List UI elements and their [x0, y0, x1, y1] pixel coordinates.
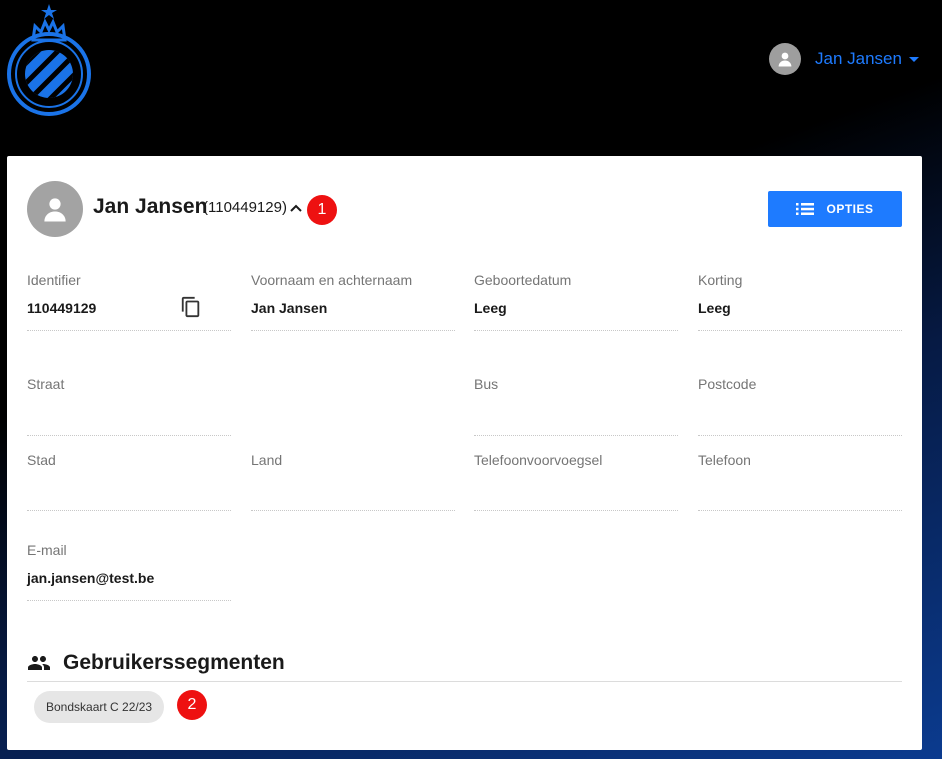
user-name[interactable]: Jan Jansen	[815, 49, 902, 69]
club-brugge-logo[interactable]	[5, 2, 93, 116]
field-label: Voornaam en achternaam	[251, 272, 413, 288]
field-label: Straat	[27, 376, 65, 392]
field-label: Bus	[474, 376, 499, 392]
profile-name: Jan Jansen	[93, 195, 208, 218]
segments-header: Gebruikerssegmenten	[27, 644, 902, 682]
field-label: Land	[251, 452, 283, 468]
field-value	[474, 480, 678, 497]
field-email: E-mail jan.jansen@test.be	[27, 542, 231, 601]
profile-avatar	[27, 181, 83, 237]
options-button[interactable]: OPTIES	[768, 191, 902, 227]
field-value	[698, 404, 902, 421]
copy-button[interactable]	[180, 296, 202, 318]
field-value	[27, 404, 231, 421]
field-value: Leeg	[698, 300, 731, 316]
field-label: Identifier	[27, 272, 81, 288]
field-value	[698, 480, 902, 497]
field-value	[251, 480, 455, 497]
user-avatar	[769, 43, 801, 75]
field-country: Land	[251, 452, 455, 511]
annotation-marker-2: 2	[177, 690, 207, 720]
field-value: Leeg	[474, 300, 507, 316]
chevron-up-icon	[290, 204, 302, 212]
user-menu[interactable]: Jan Jansen	[769, 43, 919, 75]
person-icon	[44, 198, 66, 222]
annotation-marker-1: 1	[307, 195, 337, 225]
field-label: Korting	[698, 272, 743, 288]
field-birthdate: Geboortedatum Leeg	[474, 272, 678, 331]
group-icon	[28, 655, 50, 670]
field-label: Geboortedatum	[474, 272, 572, 288]
list-icon	[796, 203, 815, 215]
field-label: E-mail	[27, 542, 67, 558]
field-street: Straat	[27, 376, 231, 436]
field-value	[27, 480, 231, 497]
field-bus: Bus	[474, 376, 678, 436]
field-value: jan.jansen@test.be	[27, 570, 155, 586]
profile-card: Jan Jansen (110449129) 1 OPTIES Identifi…	[7, 156, 922, 750]
segments-title: Gebruikerssegmenten	[63, 650, 285, 674]
field-label: Stad	[27, 452, 56, 468]
field-label: Postcode	[698, 376, 757, 392]
field-label: Telefoon	[698, 452, 751, 468]
caret-down-icon[interactable]	[908, 56, 919, 62]
field-value	[474, 404, 678, 421]
club-brugge-crest-icon	[7, 4, 91, 116]
field-label: Telefoonvoorvoegsel	[474, 452, 603, 468]
field-identifier: Identifier 110449129	[27, 272, 231, 331]
field-postcode: Postcode	[698, 376, 902, 436]
collapse-button[interactable]	[288, 200, 304, 216]
field-full-name: Voornaam en achternaam Jan Jansen	[251, 272, 455, 331]
segment-chip[interactable]: Bondskaart C 22/23	[34, 691, 165, 723]
field-phone-prefix: Telefoonvoorvoegsel	[474, 452, 678, 511]
field-phone: Telefoon	[698, 452, 902, 511]
field-city: Stad	[27, 452, 231, 511]
profile-id: (110449129)	[203, 199, 287, 216]
person-icon	[778, 52, 792, 67]
options-button-label: OPTIES	[826, 202, 874, 216]
copy-icon	[181, 296, 200, 318]
field-value: Jan Jansen	[251, 300, 328, 316]
field-discount: Korting Leeg	[698, 272, 902, 331]
